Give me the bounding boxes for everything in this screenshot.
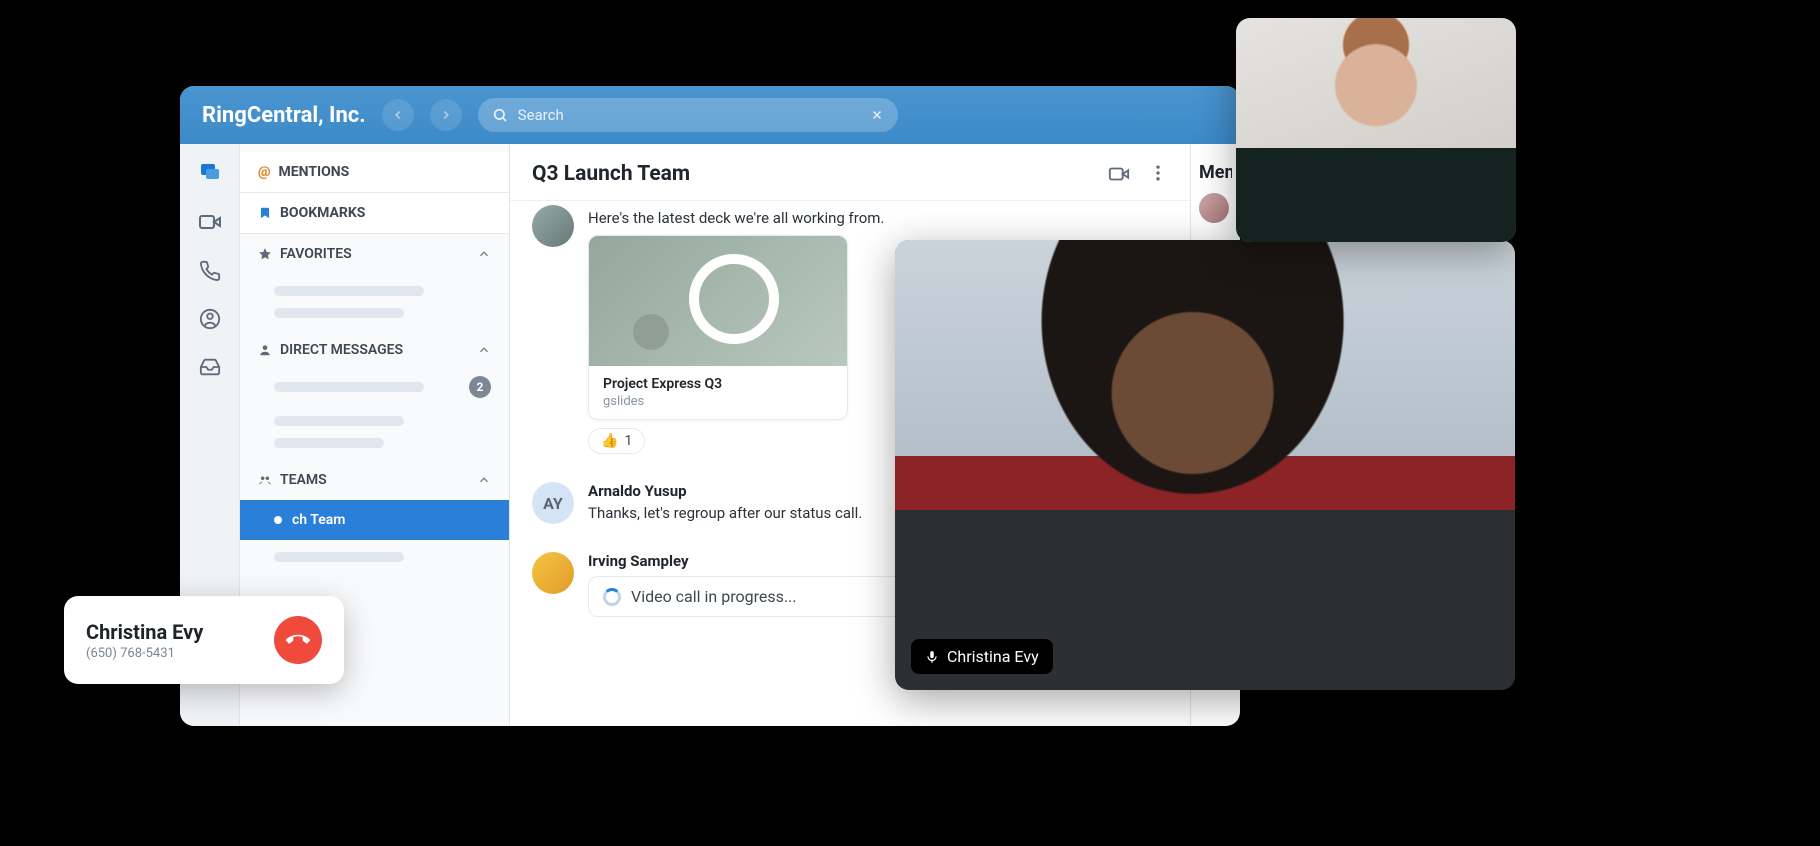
presence-dot-icon [274, 516, 282, 524]
skeleton-item [274, 416, 404, 426]
dm-item[interactable]: 2 [240, 370, 509, 404]
sidebar-mentions[interactable]: @ MENTIONS [240, 152, 509, 193]
spinner-icon [603, 588, 621, 606]
reaction-button[interactable]: 👍 1 [588, 428, 645, 454]
participant-name: Christina Evy [947, 647, 1039, 666]
more-menu-button[interactable] [1148, 163, 1168, 185]
nav-forward-button[interactable] [430, 99, 462, 131]
person-icon [258, 343, 272, 357]
skeleton-item [274, 308, 404, 318]
caller-name: Christina Evy [86, 620, 203, 644]
clear-search-icon[interactable] [870, 108, 884, 122]
rail-phone[interactable] [199, 260, 221, 282]
skeleton-item [274, 438, 384, 448]
bookmark-icon [258, 206, 272, 220]
skeleton-item [274, 552, 404, 562]
teams-icon [258, 473, 272, 487]
attachment-preview [589, 236, 847, 366]
members-title: Mem [1199, 162, 1232, 183]
chevron-up-icon [477, 473, 491, 487]
search-icon [492, 107, 508, 123]
incoming-call-toast: Christina Evy (650) 768-5431 [64, 596, 344, 684]
attachment-title: Project Express Q3 [603, 376, 833, 392]
team-item-label: ch Team [292, 512, 345, 528]
reaction-emoji: 👍 [601, 433, 618, 449]
sidebar-section-dm[interactable]: DIRECT MESSAGES [240, 330, 509, 370]
reaction-count: 1 [624, 433, 632, 449]
rail-chat[interactable] [198, 160, 222, 184]
video-feed [1236, 18, 1516, 242]
sidebar-item-label: TEAMS [280, 472, 327, 488]
sidebar-item-label: MENTIONS [279, 164, 350, 180]
mic-icon [925, 650, 939, 664]
avatar[interactable] [532, 552, 574, 594]
attachment-type: gslides [603, 394, 833, 409]
avatar[interactable] [532, 205, 574, 247]
chevron-up-icon [477, 343, 491, 357]
sidebar-item-label: DIRECT MESSAGES [280, 342, 403, 358]
avatar[interactable]: AY [532, 482, 574, 524]
caller-number: (650) 768-5431 [86, 646, 203, 661]
conversation-title: Q3 Launch Team [532, 162, 690, 186]
sidebar-section-favorites[interactable]: FAVORITES [240, 234, 509, 274]
search-input[interactable] [518, 106, 860, 124]
conversation-header: Q3 Launch Team [510, 144, 1190, 201]
company-name: RingCentral, Inc. [202, 103, 366, 128]
start-video-button[interactable] [1108, 163, 1130, 185]
star-icon [258, 247, 272, 261]
chevron-up-icon [477, 247, 491, 261]
team-item-active[interactable]: ch Team [240, 500, 509, 540]
video-feed [895, 240, 1515, 690]
rail-inbox[interactable] [199, 356, 221, 378]
app-header: RingCentral, Inc. [180, 86, 1240, 144]
sidebar-item-label: FAVORITES [280, 246, 352, 262]
video-tile-self[interactable] [1236, 18, 1516, 242]
sidebar-section-teams[interactable]: TEAMS [240, 460, 509, 500]
participant-label: Christina Evy [911, 639, 1053, 674]
attachment-card[interactable]: Project Express Q3 gslides [588, 235, 848, 420]
rail-video[interactable] [198, 210, 222, 234]
search-bar[interactable] [478, 98, 898, 132]
video-tile-main[interactable]: Christina Evy [895, 240, 1515, 690]
rail-contacts[interactable] [199, 308, 221, 330]
message-text: Here's the latest deck we're all working… [588, 209, 1168, 227]
nav-back-button[interactable] [382, 99, 414, 131]
hangup-button[interactable] [274, 616, 322, 664]
sidebar-item-label: BOOKMARKS [280, 205, 365, 221]
member-avatar[interactable] [1199, 193, 1229, 223]
unread-badge: 2 [469, 376, 491, 398]
sidebar-bookmarks[interactable]: BOOKMARKS [240, 193, 509, 234]
skeleton-item [274, 286, 424, 296]
status-text: Video call in progress... [631, 587, 797, 606]
